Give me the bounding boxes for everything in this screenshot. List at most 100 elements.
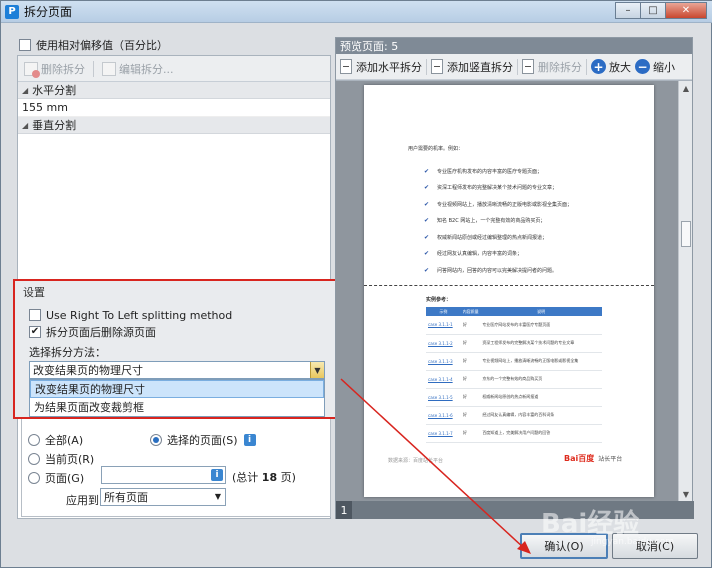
delete-source-checkbox[interactable]: ✔ xyxy=(29,326,41,338)
selected-pages-label: 选择的页面(S) xyxy=(167,434,238,447)
table-cell: case 3.1.1-1 xyxy=(426,316,461,335)
edit-split-button[interactable]: 编辑拆分... xyxy=(102,61,174,77)
page-bullet-list: ✔ 专业医疗机构发布的内容丰富的医疗专题页面； ✔ 资深工程师发布的完整解决某个技术… xyxy=(424,163,572,279)
page-bullet-text: 权威新闻站原创或经过编辑整理的热点新闻报道； xyxy=(437,234,548,241)
page-range-input[interactable]: i xyxy=(101,466,226,484)
total-pages-text: (总计 18 页) xyxy=(232,469,296,485)
table-cell: 好 xyxy=(460,424,481,443)
toolbar-divider xyxy=(426,58,427,75)
rtl-checkbox[interactable] xyxy=(29,309,41,321)
zoom-out-icon: − xyxy=(635,59,650,74)
horizontal-split-value-row[interactable]: 155 mm xyxy=(18,99,330,117)
rtl-label: Use Right To Left splitting method xyxy=(46,308,233,322)
title-bar: P 拆分页面 – □ ✕ xyxy=(1,1,712,23)
table-header: 说明 xyxy=(480,307,602,316)
split-method-select[interactable]: 改变结果页的物理尺寸 ▼ xyxy=(29,361,325,379)
add-vertical-split-button[interactable]: 添加竖直拆分 xyxy=(431,59,513,75)
toolbar-divider xyxy=(517,58,518,75)
table-header: 示例 xyxy=(426,307,461,316)
table-cell: 京东的一个完整有效的商品购买页 xyxy=(480,370,602,389)
split-method-option[interactable]: 为结果页面改变裁剪框 xyxy=(30,398,324,416)
maximize-button[interactable]: □ xyxy=(640,2,666,19)
vertical-split-icon xyxy=(431,59,443,74)
scroll-down-icon[interactable]: ▼ xyxy=(679,487,693,501)
check-icon: ✔ xyxy=(424,233,430,241)
check-icon: ✔ xyxy=(424,217,430,225)
preview-toolbar: 添加水平拆分 添加竖直拆分 删除拆分 + 放大 − 缩小 xyxy=(336,54,692,80)
all-pages-radio[interactable] xyxy=(28,434,40,446)
table-row: case 3.1.1-3 好专业视频网站上，播放清晰流畅的正版电影或影视全集 xyxy=(426,352,602,371)
delete-split-icon xyxy=(24,61,40,78)
table-row: case 3.1.1-6 好经过网友认真编辑，内容丰富的百科词条 xyxy=(426,406,602,425)
preview-canvas[interactable]: 用户需要的机率。例如： ✔ 专业医疗机构发布的内容丰富的医疗专题页面； ✔ 资深工程… xyxy=(336,81,680,501)
selected-pages-radio[interactable] xyxy=(150,434,162,446)
scroll-up-icon[interactable]: ▲ xyxy=(679,81,693,95)
toolbar-divider xyxy=(93,60,94,77)
scrollbar-thumb[interactable] xyxy=(681,221,691,247)
relative-offset-option[interactable]: 使用相对偏移值（百分比） xyxy=(19,35,168,55)
vertical-split-group[interactable]: ◢ 垂直分割 xyxy=(18,117,330,134)
table-cell: 百度知道上，完美解决用户问题的回答 xyxy=(480,424,602,443)
add-horizontal-split-button[interactable]: 添加水平拆分 xyxy=(340,59,422,75)
preview-header: 预览页面: 5 xyxy=(336,38,692,54)
page-bullet-item: ✔ 问答网站内，回答的内容可以完美解决提问者的问题。 xyxy=(424,262,572,279)
split-method-option[interactable]: 改变结果页的物理尺寸 xyxy=(30,380,324,398)
check-icon: ✔ xyxy=(424,266,430,274)
table-cell: case 3.1.1-6 xyxy=(426,406,461,425)
delete-split-button[interactable]: 删除拆分 xyxy=(24,61,85,78)
horizontal-split-group[interactable]: ◢ 水平分割 xyxy=(18,82,330,99)
window-controls: – □ ✕ xyxy=(615,2,707,19)
page-range-radio[interactable] xyxy=(28,472,40,484)
zoom-in-button[interactable]: + 放大 xyxy=(591,59,631,75)
preview-delete-split-label: 删除拆分 xyxy=(538,60,582,74)
table-header: 内容质量 xyxy=(460,307,481,316)
page-example-table: 示例 内容质量 说明 case 3.1.1-1 好专业医疗网站发布的丰富医疗专题页… xyxy=(426,307,602,443)
current-page-option[interactable]: 当前页(R) xyxy=(28,451,94,467)
app-logo-icon: P xyxy=(5,4,19,19)
delete-split-label: 删除拆分 xyxy=(41,62,85,76)
preview-scrollbar[interactable]: ▲ ▼ xyxy=(678,81,692,501)
check-icon: ✔ xyxy=(424,200,430,208)
total-prefix: (总计 xyxy=(232,471,262,484)
collapse-triangle-icon: ◢ xyxy=(22,120,29,130)
table-row: case 3.1.1-4 好京东的一个完整有效的商品购买页 xyxy=(426,370,602,389)
split-list-toolbar: 删除拆分 编辑拆分... xyxy=(18,56,330,82)
delete-source-option[interactable]: ✔ 拆分页面后删除源页面 xyxy=(29,322,156,342)
split-method-dropdown: 改变结果页的物理尺寸 为结果页面改变裁剪框 xyxy=(29,379,325,417)
table-row: case 3.1.1-1 好专业医疗网站发布的丰富医疗专题页面 xyxy=(426,316,602,335)
settings-group: 设置 Use Right To Left splitting method ✔ … xyxy=(13,279,343,419)
chevron-down-icon[interactable]: ▼ xyxy=(310,362,324,378)
page-example-title: 实例参考： xyxy=(426,297,452,303)
page-bullet-text: 专业医疗机构发布的内容丰富的医疗专题页面； xyxy=(437,168,543,175)
horizontal-split-label: 水平分割 xyxy=(32,84,77,97)
info-icon[interactable]: i xyxy=(243,434,256,446)
info-icon[interactable]: i xyxy=(211,469,223,481)
page-bullet-item: ✔ 权威新闻站原创或经过编辑整理的热点新闻报道； xyxy=(424,229,572,246)
zoom-out-button[interactable]: − 缩小 xyxy=(635,59,675,75)
apply-to-value: 所有页面 xyxy=(104,491,148,504)
table-cell: 好 xyxy=(460,316,481,335)
apply-to-select[interactable]: 所有页面 ▼ xyxy=(100,488,226,506)
minimize-button[interactable]: – xyxy=(615,2,641,19)
check-icon: ✔ xyxy=(424,250,430,258)
horizontal-split-line[interactable] xyxy=(364,285,654,286)
page-range-label: 页面(G) xyxy=(45,472,85,485)
table-cell: 好 xyxy=(460,352,481,371)
page-number-tab[interactable]: 1 xyxy=(336,501,352,519)
page-range-option[interactable]: 页面(G) xyxy=(28,470,84,486)
page-range-group: 全部(A) 选择的页面(S) i 当前页(R) 页面(G) i (总计 18 页… xyxy=(21,413,331,517)
current-page-radio[interactable] xyxy=(28,453,40,465)
close-button[interactable]: ✕ xyxy=(665,2,707,19)
preview-delete-split-button[interactable]: 删除拆分 xyxy=(522,59,582,75)
table-cell: 经过网友认真编辑，内容丰富的百科词条 xyxy=(480,406,602,425)
zoom-in-icon: + xyxy=(591,59,606,74)
all-pages-option[interactable]: 全部(A) xyxy=(28,432,83,448)
add-horizontal-split-label: 添加水平拆分 xyxy=(356,60,422,74)
selected-pages-option[interactable]: 选择的页面(S) i xyxy=(150,432,256,448)
relative-offset-checkbox[interactable] xyxy=(19,39,31,51)
table-cell: case 3.1.1-2 xyxy=(426,334,461,353)
table-row: case 3.1.1-2 好资深工程师发布的完整解决某个技术问题的专业文章 xyxy=(426,334,602,353)
table-cell: 专业视频网站上，播放清晰流畅的正版电影或影视全集 xyxy=(480,352,602,371)
relative-offset-label: 使用相对偏移值（百分比） xyxy=(36,39,168,52)
table-cell: 权威新闻站原创的热点新闻报道 xyxy=(480,388,602,407)
